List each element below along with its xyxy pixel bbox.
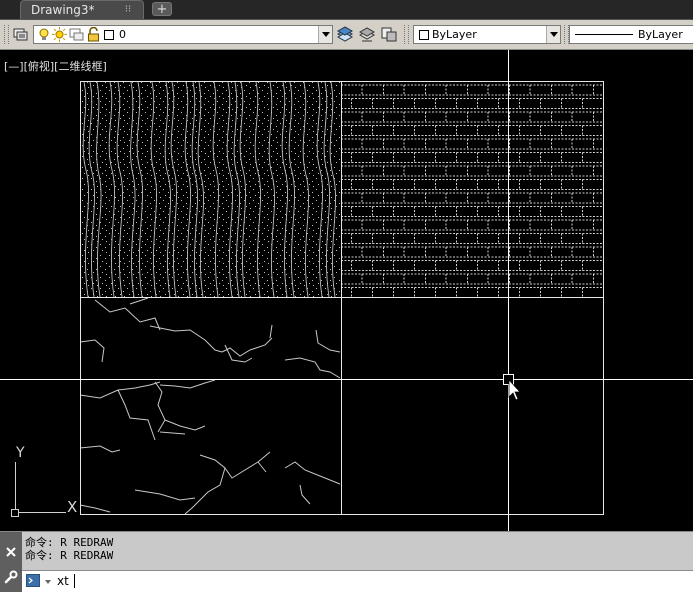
lightbulb-icon[interactable]: [37, 27, 51, 42]
pointer-arrow-icon: [508, 379, 521, 401]
text-caret: [74, 574, 75, 588]
chevron-down-icon[interactable]: [318, 26, 332, 43]
toolbar-grip[interactable]: [4, 25, 9, 44]
layer-properties-icon[interactable]: [12, 25, 30, 43]
command-line: 命令: R REDRAW 命令: R REDRAW xt: [0, 531, 693, 592]
color-combo[interactable]: ByLayer: [413, 25, 561, 44]
layer-previous-icon[interactable]: [380, 25, 398, 43]
layer-toolbar: 0 ByLayer ByLayer: [0, 20, 693, 50]
linetype-value: ByLayer: [638, 28, 683, 41]
ucs-icon: [11, 462, 66, 517]
history-line: 命令: R REDRAW: [25, 536, 114, 549]
close-icon[interactable]: [5, 546, 17, 558]
lock-icon[interactable]: [87, 27, 100, 42]
layer-match-icon[interactable]: [358, 25, 376, 43]
layer-combo[interactable]: 0: [33, 25, 333, 44]
command-prompt-icon[interactable]: [26, 574, 40, 587]
tab-label: Drawing3*: [31, 3, 95, 17]
brick-hatch: [342, 82, 603, 297]
command-input-text: xt: [57, 574, 69, 588]
history-line: 命令: R REDRAW: [25, 549, 114, 562]
crack-hatch: [79, 297, 341, 515]
chevron-down-icon[interactable]: [45, 580, 51, 584]
chevron-down-icon[interactable]: [546, 26, 560, 43]
command-input[interactable]: xt: [22, 570, 693, 592]
linetype-preview: [575, 34, 633, 35]
color-swatch: [419, 30, 429, 40]
command-history: 命令: R REDRAW 命令: R REDRAW: [25, 536, 113, 562]
command-sidebar: [0, 532, 22, 592]
linetype-combo[interactable]: ByLayer: [569, 25, 693, 44]
toolbar-grip[interactable]: [404, 25, 409, 44]
sun-icon[interactable]: [52, 27, 67, 42]
layer-name: 0: [119, 28, 126, 41]
document-tab-bar: Drawing3* ⁝⁝ +: [0, 0, 693, 20]
make-current-layer-icon[interactable]: [336, 25, 354, 43]
wood-hatch: [80, 82, 340, 297]
ucs-x-label: X: [67, 498, 78, 516]
viewport-freeze-icon[interactable]: [69, 27, 85, 42]
ucs-y-label: Y: [16, 445, 25, 461]
color-value: ByLayer: [432, 28, 477, 41]
viewport-controls-label[interactable]: [—][俯视][二维线框]: [4, 58, 107, 74]
layer-color-swatch: [104, 30, 114, 40]
tab-menu-icon[interactable]: ⁝⁝: [123, 4, 133, 15]
new-tab-button[interactable]: +: [152, 2, 172, 16]
drawing-canvas[interactable]: [0, 50, 693, 531]
tab-drawing3[interactable]: Drawing3* ⁝⁝: [20, 0, 144, 19]
wrench-icon[interactable]: [4, 570, 18, 584]
